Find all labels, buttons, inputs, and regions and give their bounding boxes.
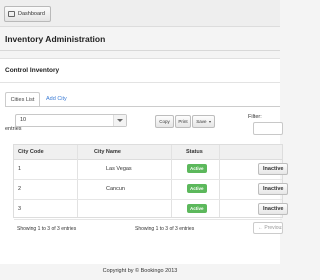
divider — [0, 82, 280, 83]
tab-cities-list[interactable]: Cities List — [5, 92, 40, 107]
table-info: Showing 1 to 3 of 3 entries — [135, 226, 195, 232]
city-code-cell: 1 — [18, 166, 22, 172]
page-title: Inventory Administration — [5, 34, 106, 44]
filter-input[interactable] — [253, 122, 283, 135]
entries-label: entries — [5, 126, 22, 132]
table-row: 2 Cancun Active Inactive — [14, 179, 288, 200]
table-row: 3 Active Inactive — [14, 199, 288, 220]
print-button[interactable]: Print — [175, 115, 191, 128]
table-row: 1 Las Vegas Active Inactive — [14, 159, 288, 180]
column-header-status[interactable]: Status — [186, 145, 203, 159]
filter-label: Filter: — [248, 114, 262, 120]
section-title: Control Inventory — [5, 67, 60, 74]
page-length-value: 10 — [20, 117, 27, 123]
dashboard-button-label: Dashboard — [18, 11, 45, 17]
divider — [0, 50, 280, 51]
column-header-city-code[interactable]: City Code — [18, 145, 44, 159]
city-code-cell: 2 — [18, 186, 22, 192]
caret-down-icon — [208, 120, 211, 123]
page-length-select[interactable]: 10 — [15, 114, 127, 127]
tab-divider — [5, 106, 280, 107]
dashboard-button[interactable]: Dashboard — [4, 6, 51, 22]
status-badge: Active — [187, 204, 207, 213]
inactive-button[interactable]: Inactive — [258, 183, 288, 195]
table-header: City Code City Name Status — [14, 145, 282, 160]
previous-page-button[interactable]: ← Previous — [253, 222, 283, 234]
chevron-down-icon — [113, 115, 126, 126]
status-badge: Active — [187, 164, 207, 173]
city-code-cell: 3 — [18, 206, 22, 212]
table-info: Showing 1 to 3 of 3 entries — [17, 226, 77, 232]
status-badge: Active — [187, 184, 207, 193]
copy-button[interactable]: Copy — [155, 115, 174, 128]
inactive-button[interactable]: Inactive — [258, 203, 288, 215]
cities-table: City Code City Name Status 1 Las Vegas A… — [13, 144, 288, 220]
footer-copyright: Copyright by © Bookingo 2013 — [102, 268, 178, 274]
inactive-button[interactable]: Inactive — [258, 163, 288, 175]
column-header-city-name[interactable]: City Name — [94, 145, 121, 159]
tab-add-city[interactable]: Add City — [46, 92, 67, 107]
top-bar: Dashboard — [0, 0, 280, 27]
city-name-cell: Las Vegas — [106, 166, 132, 172]
dashboard-icon — [8, 11, 15, 17]
save-button-label: Save — [196, 119, 207, 124]
city-name-cell: Cancun — [106, 186, 125, 192]
save-button[interactable]: Save — [192, 115, 215, 128]
